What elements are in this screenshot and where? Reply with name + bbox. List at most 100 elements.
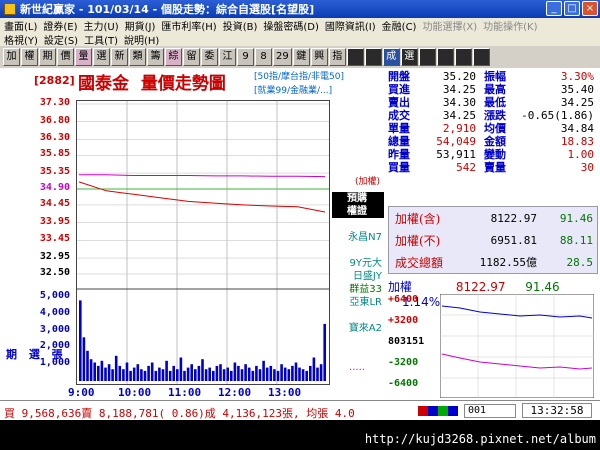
toolbar-button[interactable]: 指 bbox=[328, 48, 346, 66]
quote-value: 18.83 bbox=[560, 135, 594, 148]
broker-item[interactable]: 寶來A2 bbox=[332, 322, 384, 335]
toolbar-button[interactable]: 選 bbox=[93, 48, 110, 66]
volume-bar bbox=[158, 367, 161, 381]
group-link-1[interactable]: [50指/摩台指/非電50] bbox=[254, 70, 344, 84]
volume-bar bbox=[129, 370, 132, 381]
broker-item[interactable]: 永昌N7 bbox=[332, 231, 384, 244]
menu-item[interactable]: 金融(C) bbox=[382, 18, 417, 33]
toolbar-button[interactable] bbox=[454, 48, 472, 66]
broker-item[interactable]: 預購 bbox=[332, 192, 384, 205]
quote-label: 漲跌 bbox=[484, 109, 506, 122]
broker-item[interactable]: 亞東LR bbox=[332, 296, 384, 309]
toolbar-button[interactable]: 委 bbox=[201, 48, 218, 66]
volume-bar bbox=[147, 365, 150, 381]
toolbar-button[interactable]: 價 bbox=[57, 48, 74, 66]
mini-frame bbox=[440, 294, 594, 398]
menu-item[interactable]: 國際資訊(I) bbox=[325, 18, 376, 33]
group-link-2[interactable]: [就業99/金融業/...] bbox=[254, 84, 344, 98]
broker-item[interactable]: 9Y元大 bbox=[332, 257, 384, 270]
volume-bar bbox=[287, 369, 291, 381]
quote-row: 賣出 34.30 最低 34.25 bbox=[388, 96, 594, 109]
menu-item[interactable]: 功能選擇(X) bbox=[422, 18, 477, 33]
toolbar-button[interactable]: 量 bbox=[75, 48, 92, 66]
toolbar-button[interactable]: 成 bbox=[382, 48, 400, 66]
broker-item[interactable]: 群益33 bbox=[332, 283, 384, 296]
price-volume-chart[interactable] bbox=[76, 100, 330, 385]
menu-item[interactable]: 說明(H) bbox=[124, 32, 159, 47]
toolbar-button[interactable] bbox=[346, 48, 364, 66]
broker-item[interactable]: ..... bbox=[332, 361, 384, 374]
toolbar-button[interactable]: 加 bbox=[3, 48, 20, 66]
price-tick-label: 34.45 bbox=[39, 197, 70, 209]
volume-bar bbox=[312, 357, 316, 381]
broker-item[interactable]: 寶來A1 bbox=[332, 348, 384, 361]
volume-bar bbox=[208, 367, 211, 381]
menu-item[interactable]: 投資(B) bbox=[223, 18, 258, 33]
toolbar-button[interactable]: 29 bbox=[273, 48, 292, 66]
volume-bar bbox=[104, 367, 107, 381]
stock-code-input[interactable]: 001 bbox=[464, 404, 516, 418]
toolbar-button[interactable] bbox=[436, 48, 454, 66]
volume-bar bbox=[125, 362, 129, 381]
mini-tick-label: +3200 bbox=[388, 315, 419, 326]
volume-bar bbox=[301, 369, 305, 381]
toolbar-button[interactable] bbox=[418, 48, 436, 66]
quote-value: 34.25 bbox=[560, 96, 594, 109]
close-button[interactable]: × bbox=[582, 1, 598, 16]
volume-tick-label: 3,000 bbox=[39, 323, 70, 335]
watermark: http://kujd3268.pixnet.net/album bbox=[364, 432, 596, 446]
quote-label: 均價 bbox=[484, 122, 506, 135]
broker-item[interactable]: 大華M5 bbox=[332, 244, 384, 257]
menu-item[interactable]: 格視(Y) bbox=[4, 32, 38, 47]
toolbar-button[interactable]: 留 bbox=[183, 48, 200, 66]
volume-bar bbox=[316, 367, 319, 381]
index-box: 加權(含) 8122.97 91.46 加權(不) 6951.81 88.11 成交總額 11… bbox=[388, 206, 598, 274]
menu-item[interactable]: 設定(S) bbox=[44, 32, 78, 47]
quote-row: 單量 2,910 均價 34.84 bbox=[388, 122, 594, 135]
minimize-button[interactable]: _ bbox=[546, 1, 562, 16]
toolbar-button[interactable]: 興 bbox=[310, 48, 328, 66]
price-tick-label: 33.45 bbox=[39, 233, 70, 245]
menu-row-2: 格視(Y) 設定(S) 工具(T) 說明(H) bbox=[0, 32, 600, 47]
toolbar-button[interactable]: 選 bbox=[400, 48, 418, 66]
toolbar-button[interactable]: 期 bbox=[39, 48, 56, 66]
menu-item[interactable]: 操盤密碼(D) bbox=[263, 18, 319, 33]
toolbar-button[interactable]: 鍵 bbox=[292, 48, 310, 66]
toolbar-button[interactable]: 8 bbox=[255, 48, 272, 66]
volume-bar bbox=[111, 369, 114, 381]
toolbar-button[interactable]: 江 bbox=[219, 48, 236, 66]
toolbar-button[interactable]: 籌 bbox=[147, 48, 164, 66]
toolbar-button[interactable]: 綜 bbox=[165, 48, 182, 66]
quote-value: 34.84 bbox=[560, 122, 594, 135]
maximize-button[interactable]: □ bbox=[564, 1, 580, 16]
toolbar-button[interactable] bbox=[364, 48, 382, 66]
broker-item[interactable]: 6H宮邦 bbox=[332, 218, 384, 231]
mini-header: 加權 8122.97 91.46 1.14% bbox=[388, 278, 598, 309]
toolbar-button[interactable]: 新 bbox=[111, 48, 128, 66]
menu-item[interactable]: 主力(U) bbox=[84, 18, 119, 33]
broker-item[interactable]: (加權) bbox=[355, 176, 382, 189]
volume-bar bbox=[204, 369, 208, 381]
toolbar-button[interactable]: 9 bbox=[237, 48, 254, 66]
menu-item[interactable]: 期貨(J) bbox=[125, 18, 156, 33]
chart-header: [2882] 國泰金 量價走勢圖 [50指/摩台指/非電50] [就業99/金融… bbox=[4, 68, 384, 100]
menu-item[interactable]: 功能操作(K) bbox=[483, 18, 537, 33]
toolbar-button[interactable]: 類 bbox=[129, 48, 146, 66]
quote-label: 金額 bbox=[484, 135, 506, 148]
broker-item[interactable]: 權證 bbox=[332, 205, 384, 218]
toolbar-button[interactable]: 權 bbox=[21, 48, 38, 66]
menu-item[interactable]: 匯市利率(H) bbox=[161, 18, 216, 33]
broker-item[interactable]: 元富30 bbox=[332, 335, 384, 348]
time-tick-label: 10:00 bbox=[118, 386, 152, 399]
broker-item[interactable]: 4M宮邦 bbox=[332, 309, 384, 322]
menu-item[interactable]: 證券(E) bbox=[43, 18, 77, 33]
volume-bar bbox=[240, 369, 244, 381]
broker-item[interactable]: 日盛JY bbox=[332, 270, 384, 283]
index-label: 加權(不) bbox=[395, 233, 441, 248]
menu-item[interactable]: 工具(T) bbox=[84, 32, 118, 47]
menu-item[interactable]: 畫面(L) bbox=[4, 18, 37, 33]
volume-bar bbox=[161, 369, 165, 381]
mini-tick-label: 803151 bbox=[388, 336, 425, 347]
volume-bar bbox=[323, 323, 326, 381]
toolbar-button[interactable] bbox=[472, 48, 490, 66]
